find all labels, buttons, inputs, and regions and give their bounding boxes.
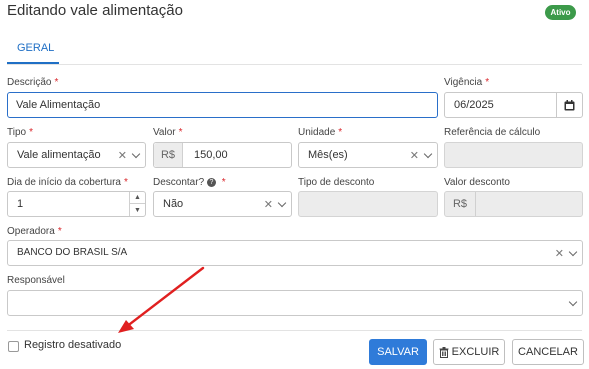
trash-icon [439,346,449,358]
delete-button-label: EXCLUIR [451,346,500,358]
responsavel-select[interactable] [7,290,583,316]
valor-label: Valor * [153,127,183,138]
tipo-desconto-input [298,191,438,217]
descricao-label: Descrição * [7,77,59,88]
chevron-down-icon[interactable] [423,149,433,158]
vigencia-label: Vigência * [444,77,490,88]
currency-prefix: R$ [154,143,183,167]
vigencia-input[interactable]: 06/2025 [444,92,557,118]
dia-inicio-label: Dia de início da cobertura * [7,177,128,188]
unidade-label: Unidade * [298,127,343,138]
increment-icon[interactable]: ▲ [130,192,145,204]
descontar-label: Descontar? ? * [153,177,226,188]
responsavel-label: Responsável [7,275,65,286]
calendar-button[interactable] [556,92,583,118]
help-icon[interactable]: ? [206,177,216,187]
unidade-select[interactable]: Mês(es) ✕ [298,142,438,168]
tipo-desconto-label: Tipo de desconto [298,177,375,188]
operadora-label: Operadora * [7,226,62,237]
valor-input[interactable]: R$ 150,00 [153,142,292,168]
clear-icon[interactable]: ✕ [555,247,564,260]
descricao-input[interactable]: Vale Alimentação [7,92,438,118]
status-badge: Ativo [545,5,576,20]
clear-icon[interactable]: ✕ [264,198,273,211]
footer-divider [7,330,582,331]
tipo-select[interactable]: Vale alimentação ✕ [7,142,146,168]
descontar-select[interactable]: Não ✕ [153,191,292,217]
dia-inicio-stepper[interactable]: 1 ▲ ▼ [7,191,146,217]
annotation-arrow [118,266,205,333]
decrement-icon[interactable]: ▼ [130,204,145,216]
currency-prefix: R$ [445,192,476,216]
tab-geral[interactable]: GERAL [17,42,54,54]
chevron-down-icon[interactable] [131,149,141,158]
chevron-down-icon[interactable] [277,198,287,207]
referencia-input [444,142,583,168]
valor-desconto-input: R$ [444,191,583,217]
chevron-down-icon[interactable] [568,297,578,306]
operadora-select[interactable]: BANCO DO BRASIL S/A ✕ [7,240,583,266]
tab-divider [7,64,582,65]
referencia-label: Referência de cálculo [444,127,541,138]
page-title: Editando vale alimentação [7,2,183,19]
clear-icon[interactable]: ✕ [118,149,127,162]
registro-desativado-label[interactable]: Registro desativado [24,339,121,351]
registro-desativado-checkbox[interactable] [8,341,19,352]
cancel-button[interactable]: CANCELAR [512,339,584,365]
calendar-icon [564,99,575,111]
save-button[interactable]: SALVAR [369,339,427,365]
chevron-down-icon[interactable] [568,247,578,256]
delete-button[interactable]: EXCLUIR [433,339,505,365]
clear-icon[interactable]: ✕ [410,149,419,162]
valor-desconto-label: Valor desconto [444,177,510,188]
tipo-label: Tipo * [7,127,33,138]
